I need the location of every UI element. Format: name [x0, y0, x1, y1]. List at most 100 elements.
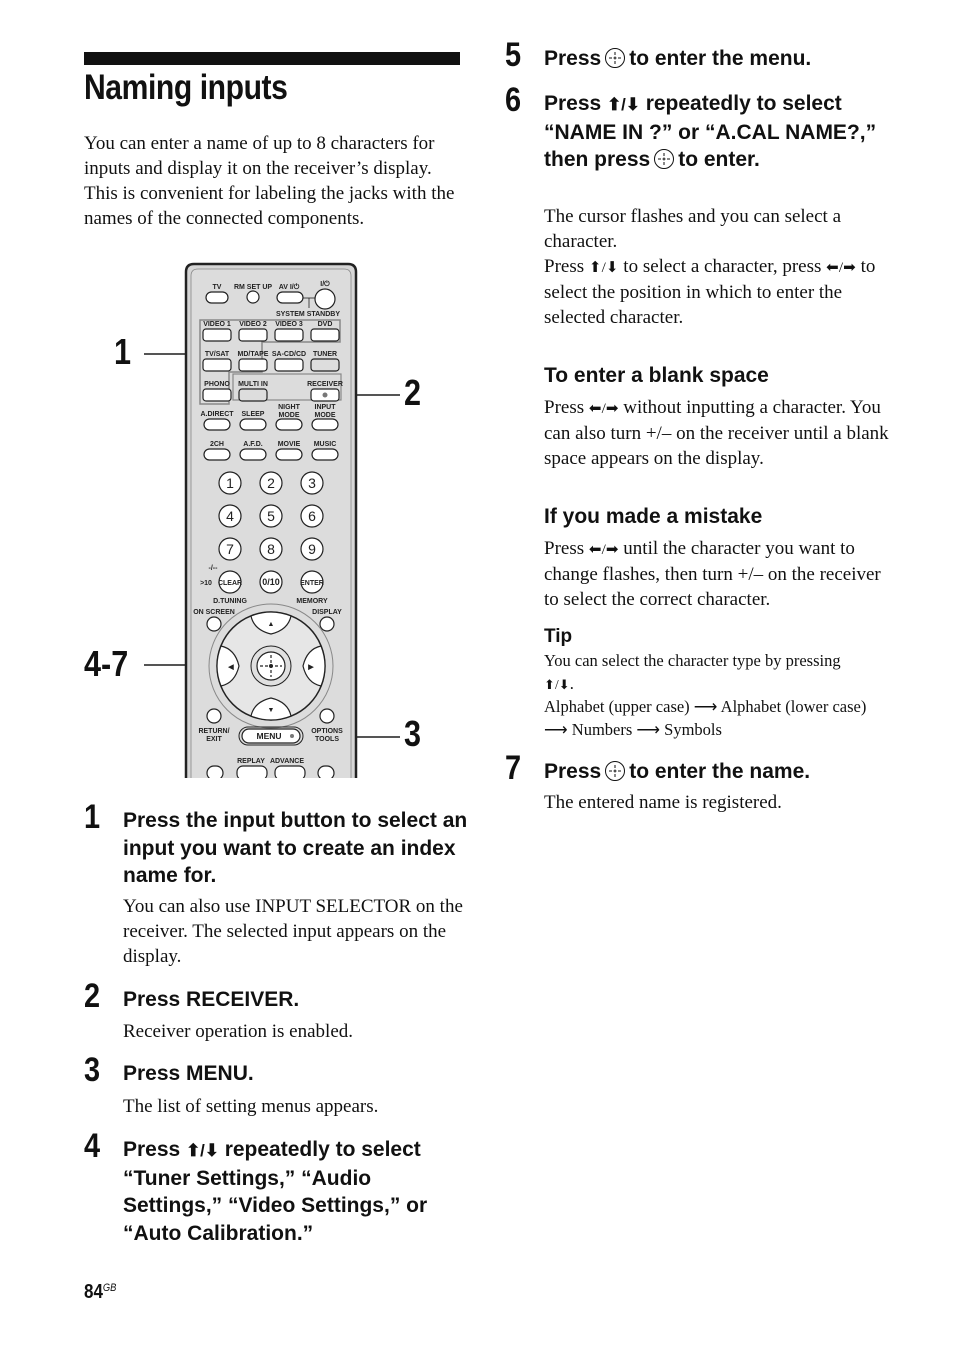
svg-text:D.TUNING: D.TUNING [213, 598, 247, 605]
svg-text:0/10: 0/10 [262, 577, 280, 587]
svg-text:NIGHT: NIGHT [278, 404, 301, 411]
step-heading: Press to enter the menu. [544, 47, 812, 70]
svg-text:4: 4 [226, 508, 234, 524]
svg-text:REPLAY: REPLAY [237, 758, 265, 765]
step-body: The list of setting menus appears. [123, 1096, 379, 1117]
step-body: You can also use INPUT SELECTOR on the r… [123, 896, 463, 967]
video2-button [238, 328, 268, 342]
section-heading: If you made a mistake [544, 505, 763, 528]
section-body: Press ⬅/➡ without inputting a character.… [544, 397, 889, 469]
left-right-arrow-icon: ⬅/➡ [588, 400, 619, 417]
video3-button [274, 328, 304, 342]
svg-text:VIDEO 3: VIDEO 3 [275, 321, 303, 328]
step-number: 6 [505, 81, 522, 119]
svg-text:EXIT: EXIT [206, 736, 222, 743]
intro-paragraph: You can enter a name of up to 8 characte… [84, 133, 455, 229]
svg-text:ADVANCE: ADVANCE [270, 758, 304, 765]
svg-text:MULTI IN: MULTI IN [238, 381, 268, 388]
step-body: The cursor flashes and you can select a … [544, 206, 876, 328]
label-av-power: AV I/⏻ [279, 283, 300, 291]
left-right-arrow-icon: ⬅/➡ [826, 259, 856, 276]
section-heading: To enter a blank space [544, 364, 769, 387]
enter-icon [654, 149, 675, 169]
video1-button [202, 328, 232, 342]
svg-text:MENU: MENU [256, 731, 281, 741]
svg-text:MODE: MODE [315, 412, 336, 419]
section-body: Press ⬅/➡ until the character you want t… [544, 538, 881, 610]
callout-4-7: 4-7 [84, 643, 129, 684]
svg-text:ENTER: ENTER [300, 580, 324, 587]
svg-text:A.DIRECT: A.DIRECT [200, 411, 234, 418]
callout-3: 3 [404, 713, 422, 754]
step-number: 4 [84, 1127, 101, 1165]
svg-text:SA-CD/CD: SA-CD/CD [272, 351, 306, 358]
svg-text:2: 2 [267, 475, 275, 491]
step-number: 5 [505, 36, 522, 74]
svg-text:MD/TAPE: MD/TAPE [238, 351, 269, 358]
up-down-arrow-icon: ⬆/⬇ [186, 1141, 219, 1160]
title-rule [84, 52, 460, 65]
callout-2: 2 [404, 372, 422, 413]
power-button [314, 288, 336, 310]
step-heading: Press MENU. [123, 1062, 254, 1085]
svg-text:9: 9 [308, 541, 316, 557]
sa-cd-button [274, 358, 304, 372]
page-title: Naming inputs [84, 68, 288, 107]
tv-button [205, 291, 229, 304]
svg-text:▶: ▶ [307, 664, 314, 671]
label-power: I/⏻ [320, 280, 330, 288]
step-number: 3 [84, 1051, 101, 1089]
svg-text:VIDEO 1: VIDEO 1 [203, 321, 231, 328]
svg-text:RECEIVER: RECEIVER [307, 381, 343, 388]
step-heading: Press ⬆/⬇ repeatedly to select “NAME IN … [544, 92, 877, 171]
svg-text:DISPLAY: DISPLAY [312, 609, 342, 616]
up-down-arrow-icon: ⬆/⬇ [544, 676, 570, 692]
svg-text:TOOLS: TOOLS [315, 736, 339, 743]
tv-sat-button [202, 358, 232, 372]
phono-button [202, 388, 232, 402]
md-tape-button [238, 358, 268, 372]
svg-text:▲: ▲ [268, 621, 275, 628]
left-right-arrow-icon: ⬅/➡ [588, 541, 619, 558]
svg-text:7: 7 [226, 541, 234, 557]
page-number: 84GB [84, 1281, 117, 1303]
svg-text:RETURN/: RETURN/ [198, 728, 229, 735]
step-number: 7 [505, 749, 522, 787]
dvd-button [310, 328, 340, 342]
label-system-standby: SYSTEM STANDBY [276, 311, 340, 318]
svg-text:SLEEP: SLEEP [242, 411, 265, 418]
step-heading: Press to enter the name. [544, 760, 811, 783]
tuner-button [310, 358, 340, 372]
enter-icon [605, 761, 626, 781]
svg-text:MEMORY: MEMORY [296, 598, 328, 605]
svg-text:OPTIONS: OPTIONS [311, 728, 343, 735]
step-number: 2 [84, 977, 101, 1015]
step-body: Receiver operation is enabled. [123, 1021, 354, 1042]
svg-text:INPUT: INPUT [315, 404, 337, 411]
svg-text:MOVIE: MOVIE [278, 441, 301, 448]
svg-text:1: 1 [226, 475, 234, 491]
svg-text:TV/SAT: TV/SAT [205, 351, 230, 358]
svg-text:A.F.D.: A.F.D. [243, 441, 263, 448]
svg-text:8: 8 [267, 541, 275, 557]
svg-text:5: 5 [267, 508, 275, 524]
svg-text:◀: ◀ [227, 664, 234, 671]
svg-text:2CH: 2CH [210, 441, 224, 448]
label-tv: TV [213, 284, 222, 291]
step-body: The entered name is registered. [544, 792, 782, 813]
svg-text:MUSIC: MUSIC [314, 441, 337, 448]
tip-heading: Tip [544, 626, 573, 647]
tip-body: You can select the character type by pre… [544, 651, 867, 739]
svg-text:TUNER: TUNER [313, 351, 337, 358]
remote-control-illustration: .rl { font-family:"Liberation Sans", san… [184, 262, 358, 778]
step-heading: Press RECEIVER. [123, 988, 300, 1011]
rm-set-up-button [246, 290, 260, 304]
svg-text:MODE: MODE [279, 412, 300, 419]
step-heading: Press the input button to select an inpu… [123, 809, 468, 887]
svg-text:▼: ▼ [268, 707, 275, 714]
svg-text:>10: >10 [200, 580, 212, 587]
svg-text:3: 3 [308, 475, 316, 491]
up-down-arrow-icon: ⬆/⬇ [607, 95, 640, 114]
svg-text:VIDEO 2: VIDEO 2 [239, 321, 267, 328]
step-heading: Press ⬆/⬇ repeatedly to select “Tuner Se… [123, 1138, 428, 1245]
